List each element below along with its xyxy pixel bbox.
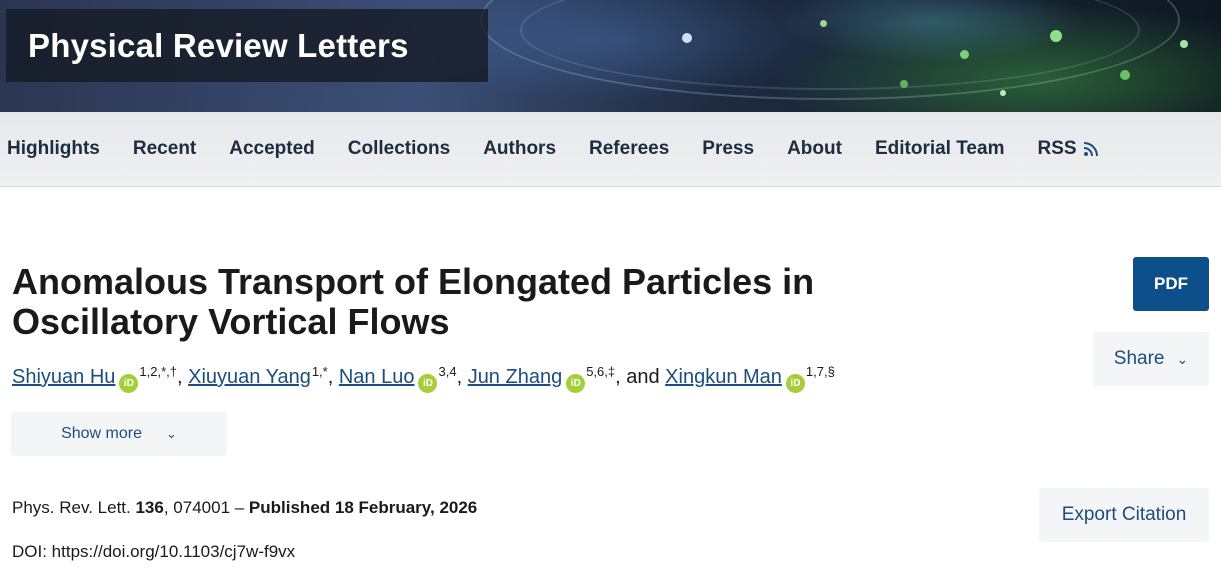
share-button-label: Share: [1113, 348, 1165, 369]
citation-volume: 136: [135, 498, 164, 517]
nav-item-rss[interactable]: RSS: [1037, 138, 1099, 160]
chevron-down-icon: ⌄: [1176, 350, 1189, 367]
orcid-icon[interactable]: iD: [418, 374, 438, 393]
pdf-button[interactable]: PDF: [1133, 257, 1209, 311]
author-list: Shiyuan Hu iD 1,2,*,† , Xiuyuan Yang 1,*…: [12, 364, 835, 393]
author-link[interactable]: Xingkun Man: [665, 366, 782, 389]
author-link[interactable]: Xiuyuan Yang: [188, 366, 311, 389]
author-affiliations: 3,4: [438, 364, 457, 379]
show-more-label: Show more: [61, 425, 142, 442]
main-nav: Highlights Recent Accepted Collections A…: [0, 112, 1221, 187]
orcid-icon[interactable]: iD: [566, 374, 586, 393]
citation-published: Published 18 February, 2026: [248, 498, 478, 517]
nav-item-collections[interactable]: Collections: [348, 138, 450, 160]
banner-dot: [820, 20, 827, 27]
citation-journal: Phys. Rev. Lett.: [12, 498, 136, 517]
doi-line[interactable]: DOI: https://doi.org/10.1103/cj7w-f9vx: [12, 542, 295, 562]
author-affiliations: 5,6,‡: [586, 364, 616, 379]
citation-article-number: , 074001 –: [163, 498, 249, 517]
banner-dot: [1050, 30, 1062, 42]
nav-item-accepted[interactable]: Accepted: [229, 138, 315, 160]
orcid-icon[interactable]: iD: [119, 374, 139, 393]
citation-line: Phys. Rev. Lett. 136, 074001 – Published…: [12, 498, 477, 518]
banner-dot: [682, 33, 692, 43]
nav-item-highlights[interactable]: Highlights: [7, 138, 100, 160]
author-link[interactable]: Shiyuan Hu: [12, 366, 115, 389]
journal-title-box[interactable]: Physical Review Letters: [6, 9, 488, 82]
author-separator: ,: [327, 366, 339, 388]
nav-item-press[interactable]: Press: [702, 138, 754, 160]
banner-dot: [1000, 90, 1006, 96]
banner-dot: [960, 50, 969, 59]
author-link[interactable]: Jun Zhang: [468, 366, 563, 389]
banner-dot: [1180, 40, 1188, 48]
nav-item-rss-label: RSS: [1037, 138, 1077, 159]
export-citation-button[interactable]: Export Citation: [1039, 488, 1209, 542]
author-separator: ,: [177, 366, 189, 388]
chevron-down-icon: ⌄: [166, 426, 177, 441]
show-more-button[interactable]: Show more ⌄: [11, 412, 227, 456]
author-affiliations: 1,*: [311, 364, 328, 379]
nav-item-editorial-team[interactable]: Editorial Team: [875, 138, 1005, 160]
author-affiliations: 1,2,*,†: [139, 364, 177, 379]
author-separator: , and: [615, 366, 666, 388]
journal-title[interactable]: Physical Review Letters: [28, 27, 409, 65]
share-button[interactable]: Share ⌄: [1093, 332, 1209, 386]
journal-banner: Physical Review Letters: [0, 0, 1221, 112]
nav-item-about[interactable]: About: [787, 138, 842, 160]
author-separator: ,: [456, 366, 468, 388]
orcid-icon[interactable]: iD: [785, 374, 805, 393]
author-affiliations: 1,7,§: [805, 364, 835, 379]
nav-item-authors[interactable]: Authors: [483, 138, 556, 160]
nav-item-recent[interactable]: Recent: [133, 138, 196, 160]
rss-icon: [1083, 142, 1098, 157]
banner-dot: [900, 80, 908, 88]
article-title: Anomalous Transport of Elongated Particl…: [12, 261, 815, 342]
author-link[interactable]: Nan Luo: [339, 366, 415, 389]
nav-item-referees[interactable]: Referees: [589, 138, 669, 160]
banner-dot: [1120, 70, 1130, 80]
